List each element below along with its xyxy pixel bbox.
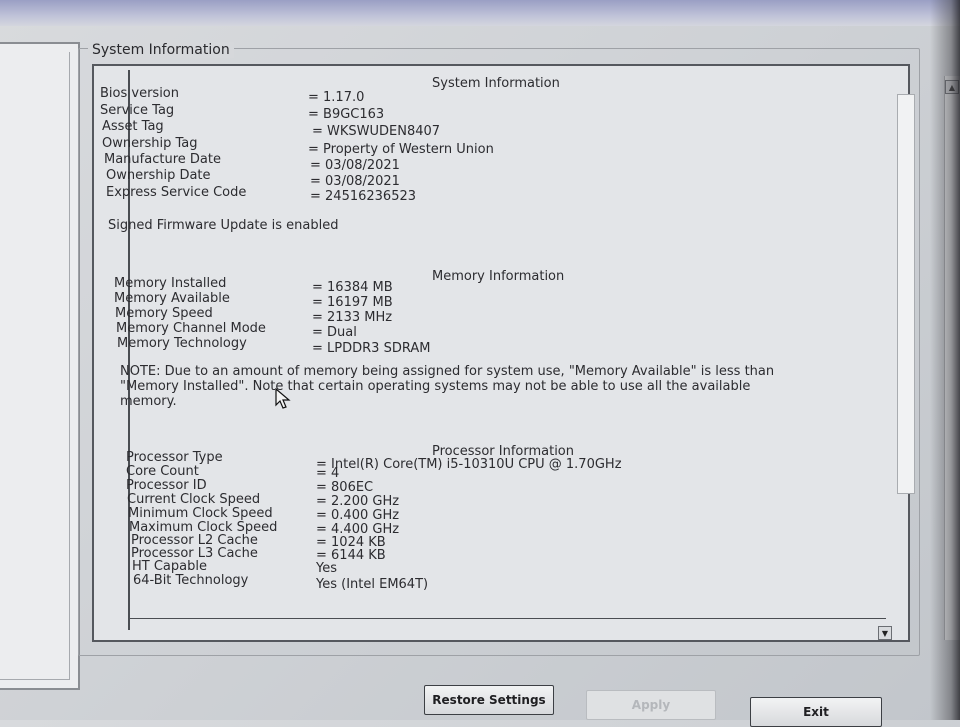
apply-button[interactable]: Apply <box>586 690 716 720</box>
info-key: Ownership Tag <box>102 136 198 151</box>
info-value: = 24516236523 <box>310 189 417 204</box>
firmware-status: Signed Firmware Update is enabled <box>108 218 339 233</box>
info-value: = 16197 MB <box>312 295 393 310</box>
scroll-up-button[interactable]: ▲ <box>945 80 959 94</box>
exit-button[interactable]: Exit <box>750 697 882 727</box>
info-key: Express Service Code <box>106 185 247 200</box>
info-key: Asset Tag <box>102 119 164 134</box>
info-key: Bios version <box>100 86 180 101</box>
info-key: Memory Channel Mode <box>116 321 266 336</box>
panel-bottom-rule <box>128 618 886 619</box>
info-key: Ownership Date <box>106 168 211 183</box>
info-key: 64-Bit Technology <box>133 573 249 588</box>
triangle-down-icon: ▼ <box>881 628 889 638</box>
info-value: = 03/08/2021 <box>310 174 400 189</box>
info-value: Yes <box>316 561 337 576</box>
triangle-up-icon: ▲ <box>948 82 956 92</box>
info-key: Service Tag <box>100 103 175 118</box>
info-value: = 03/08/2021 <box>310 158 400 173</box>
info-value: Yes (Intel EM64T) <box>316 577 429 592</box>
title-strip <box>0 0 960 26</box>
pointer-cursor-icon <box>274 387 292 410</box>
info-key: Memory Installed <box>114 276 227 291</box>
scroll-thumb[interactable] <box>897 94 915 494</box>
info-value: = 16384 MB <box>312 280 393 295</box>
system-info-heading: System Information <box>432 76 560 91</box>
info-key: Manufacture Date <box>104 152 221 167</box>
info-key: Memory Technology <box>117 336 247 351</box>
info-value: = Dual <box>312 325 357 340</box>
info-value: = Intel(R) Core(TM) i5-10310U CPU @ 1.70… <box>316 457 622 472</box>
info-content: System Information Bios version = 1.17.0… <box>96 70 886 630</box>
info-value: = 2133 MHz <box>312 310 393 325</box>
settings-tree-inner <box>0 52 70 680</box>
groupbox-title: System Information <box>88 42 234 58</box>
scroll-down-button[interactable]: ▼ <box>878 626 892 640</box>
info-key: Memory Available <box>114 291 230 306</box>
restore-settings-button[interactable]: Restore Settings <box>424 685 554 715</box>
memory-note: NOTE: Due to an amount of memory being a… <box>120 364 775 409</box>
info-value: = 1.17.0 <box>308 90 365 105</box>
info-value: = B9GC163 <box>308 107 385 122</box>
info-value: = Property of Western Union <box>308 142 494 157</box>
info-value: = LPDDR3 SDRAM <box>312 341 431 356</box>
memory-info-heading: Memory Information <box>432 269 565 284</box>
info-key: Memory Speed <box>115 306 213 321</box>
info-scrollbar[interactable]: ▲ <box>897 76 960 640</box>
info-value: = WKSWUDEN8407 <box>312 124 441 139</box>
settings-tree-pane[interactable] <box>0 42 80 690</box>
